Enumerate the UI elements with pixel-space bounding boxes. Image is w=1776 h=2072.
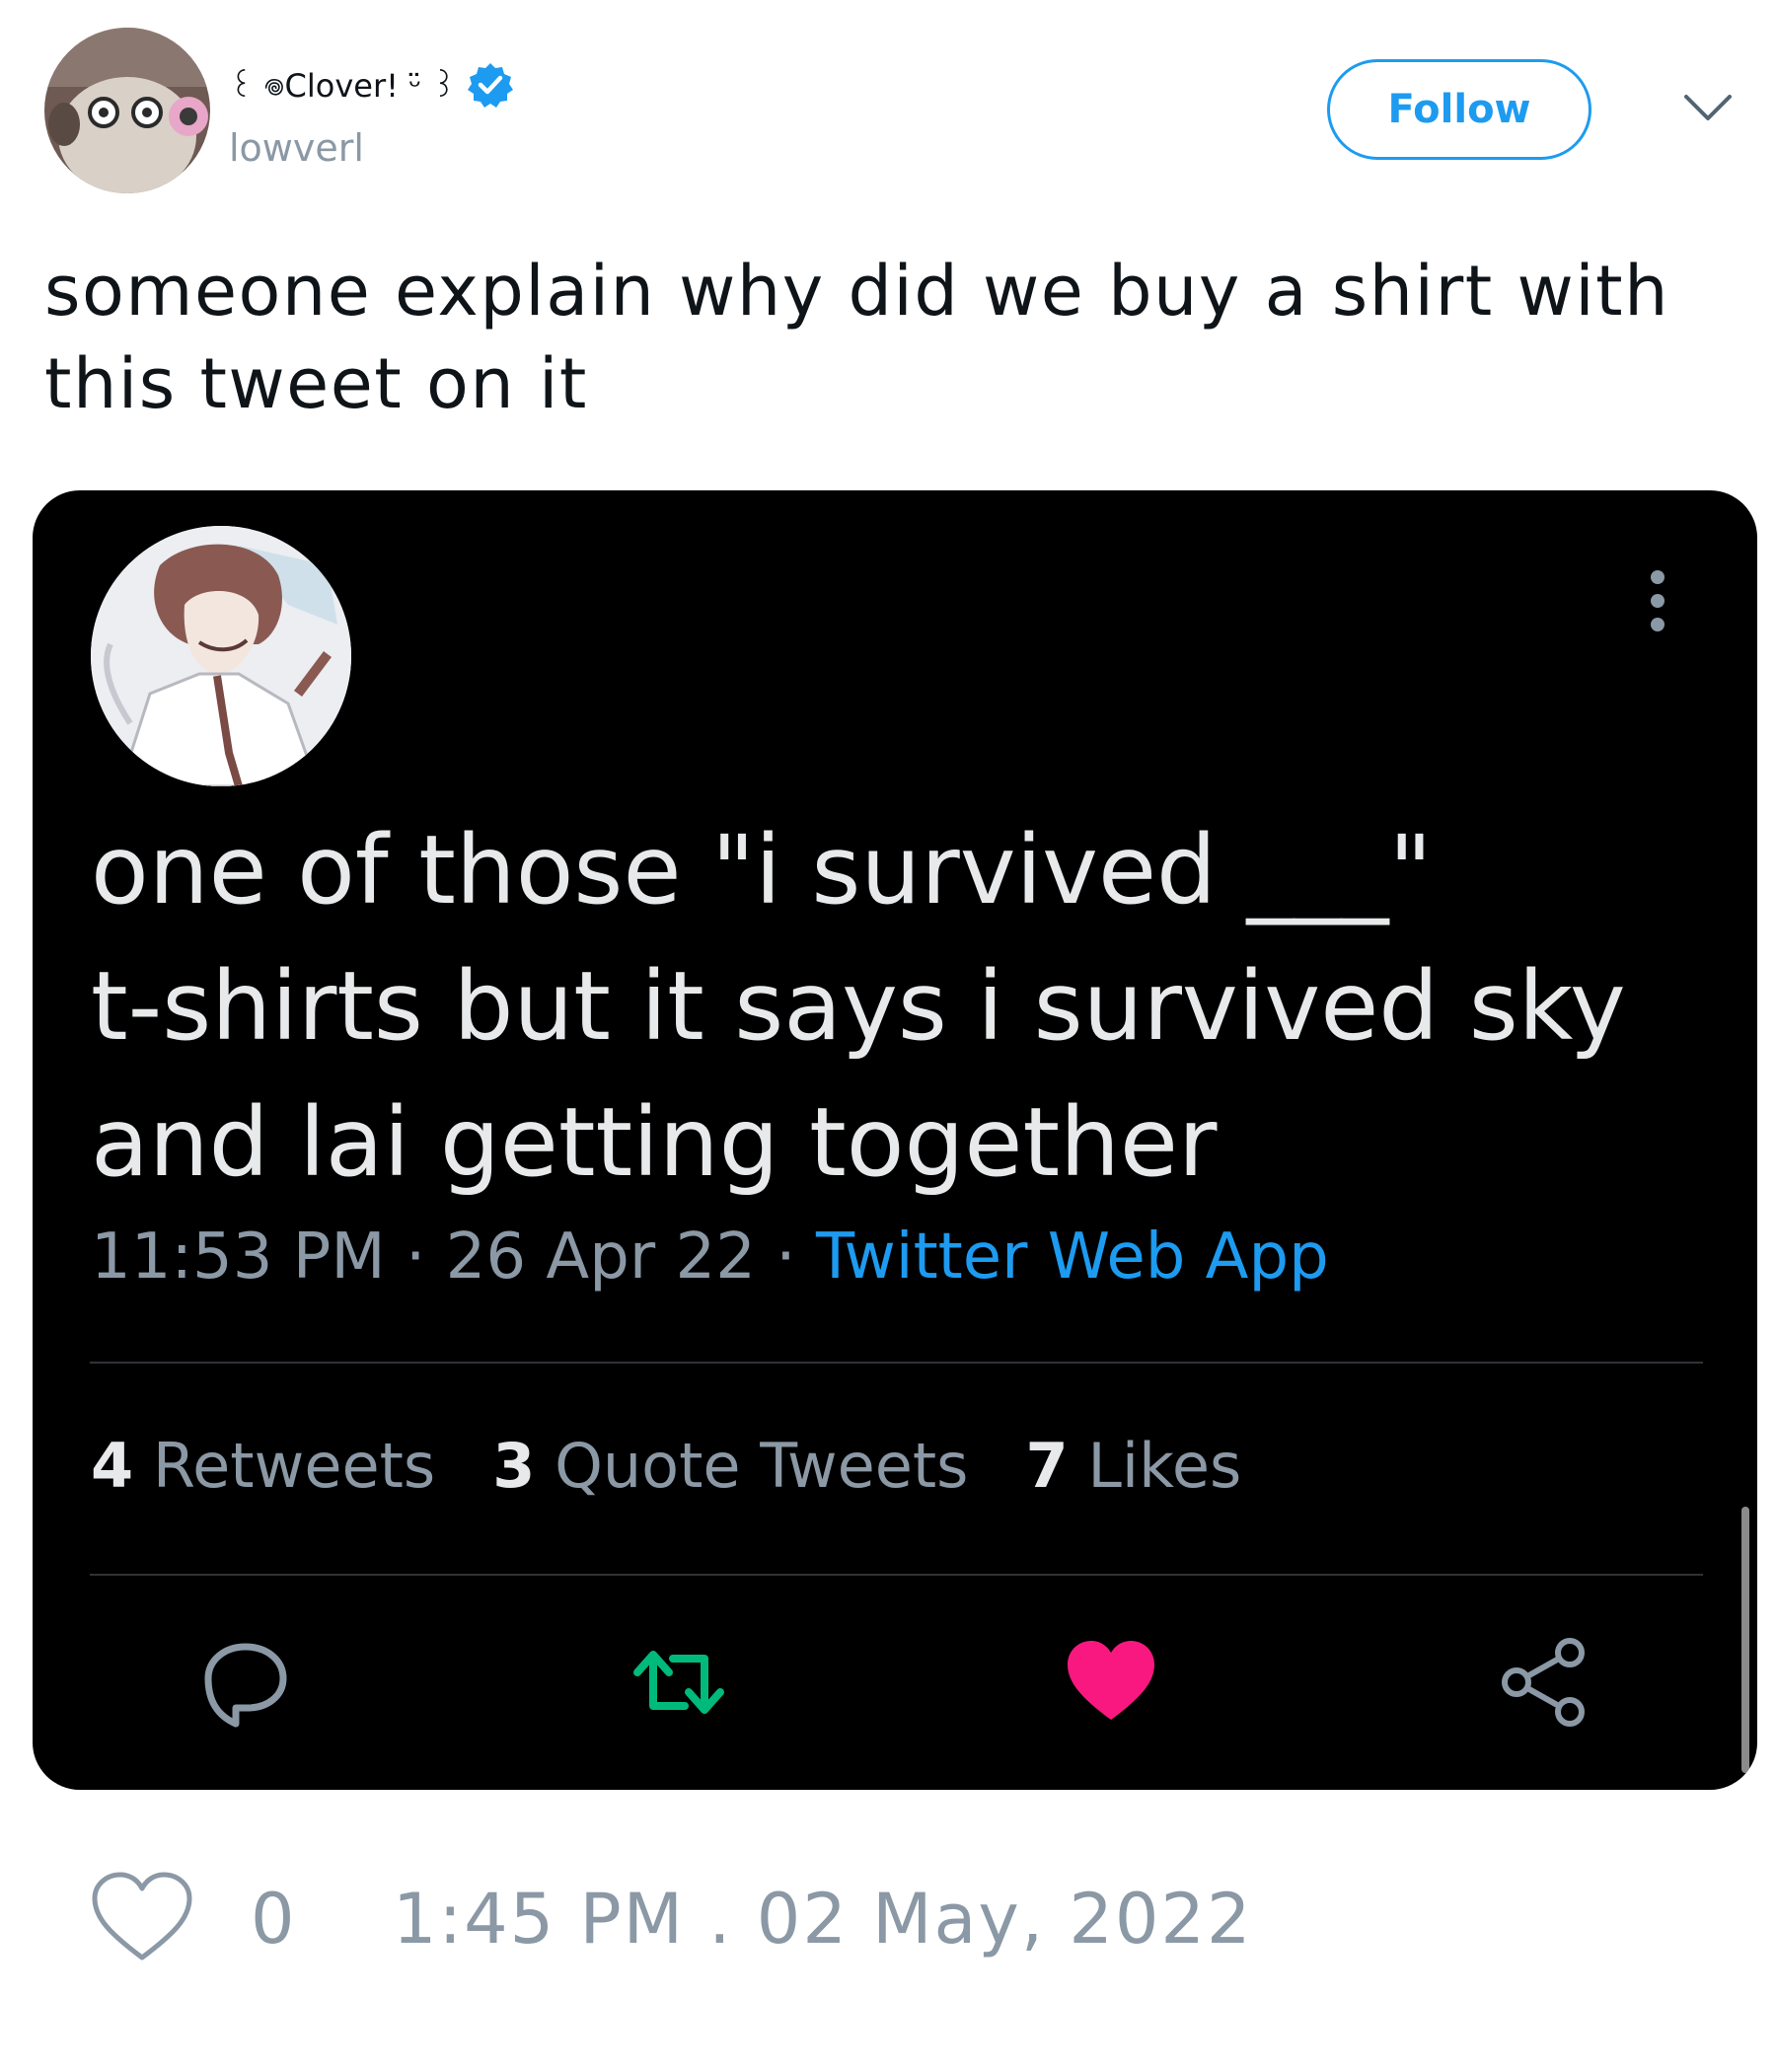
retweets-stat[interactable]: 4 Retweets <box>91 1430 435 1502</box>
embedded-avatar <box>91 526 351 786</box>
more-options-icon[interactable] <box>1648 569 1667 632</box>
reply-icon[interactable] <box>196 1633 295 1732</box>
follow-button[interactable]: Follow <box>1327 59 1591 160</box>
chevron-down-icon[interactable] <box>1682 91 1734 126</box>
embedded-tweet-time: 11:53 PM <box>91 1221 386 1294</box>
likes-count: 7 <box>1025 1430 1069 1502</box>
divider <box>90 1362 1703 1364</box>
like-icon[interactable] <box>1062 1633 1160 1732</box>
meta-separator: · <box>405 1221 426 1294</box>
scrollbar <box>1741 1507 1749 1773</box>
like-count: 0 <box>251 1879 295 1960</box>
embedded-tweet-line: t-shirts but it says i survived sky <box>91 951 1626 1062</box>
author-handle[interactable]: lowverl <box>229 126 364 170</box>
likes-label: Likes <box>1087 1430 1242 1502</box>
quote-tweets-stat[interactable]: 3 Quote Tweets <box>492 1430 968 1502</box>
tweet-text: someone explain why did we buy a shirt w… <box>44 251 1669 424</box>
embedded-tweet-line: one of those "i survived ___" <box>91 815 1433 925</box>
meta-separator: · <box>776 1221 796 1294</box>
display-name[interactable]: ꒰ 𖦹Clover! ᵕ̈ ꒱ <box>229 63 457 107</box>
display-name-row: ꒰ 𖦹Clover! ᵕ̈ ꒱ <box>229 57 514 112</box>
embedded-tweet-line: and lai getting together <box>91 1087 1218 1198</box>
quote-tweets-label: Quote Tweets <box>555 1430 969 1502</box>
author-avatar-image <box>44 28 210 193</box>
quote-tweets-count: 3 <box>492 1430 536 1502</box>
tweet-timestamp[interactable]: 1:45 PM . 02 May, 2022 <box>393 1879 1253 1960</box>
divider <box>90 1574 1703 1576</box>
embedded-tweet-meta: 11:53 PM · 26 Apr 22 · Twitter Web App <box>91 1221 1329 1294</box>
embedded-tweet-text: one of those "i survived ___" t-shirts b… <box>91 802 1689 1211</box>
likes-stat[interactable]: 7 Likes <box>1026 1430 1242 1502</box>
retweets-count: 4 <box>91 1430 134 1502</box>
embedded-tweet-image[interactable]: one of those "i survived ___" t-shirts b… <box>33 490 1757 1790</box>
embedded-tweet-date: 26 Apr 22 <box>445 1221 756 1294</box>
engagement-stats: 4 Retweets 3 Quote Tweets 7 Likes <box>91 1430 1241 1502</box>
verified-badge-icon <box>467 63 513 108</box>
retweet-icon[interactable] <box>629 1633 728 1732</box>
heart-outline-icon[interactable] <box>89 1869 195 1963</box>
embedded-tweet-source: Twitter Web App <box>815 1221 1329 1294</box>
share-icon[interactable] <box>1495 1633 1593 1732</box>
author-avatar[interactable] <box>44 28 210 193</box>
embedded-avatar-image <box>91 526 351 786</box>
retweets-label: Retweets <box>152 1430 436 1502</box>
